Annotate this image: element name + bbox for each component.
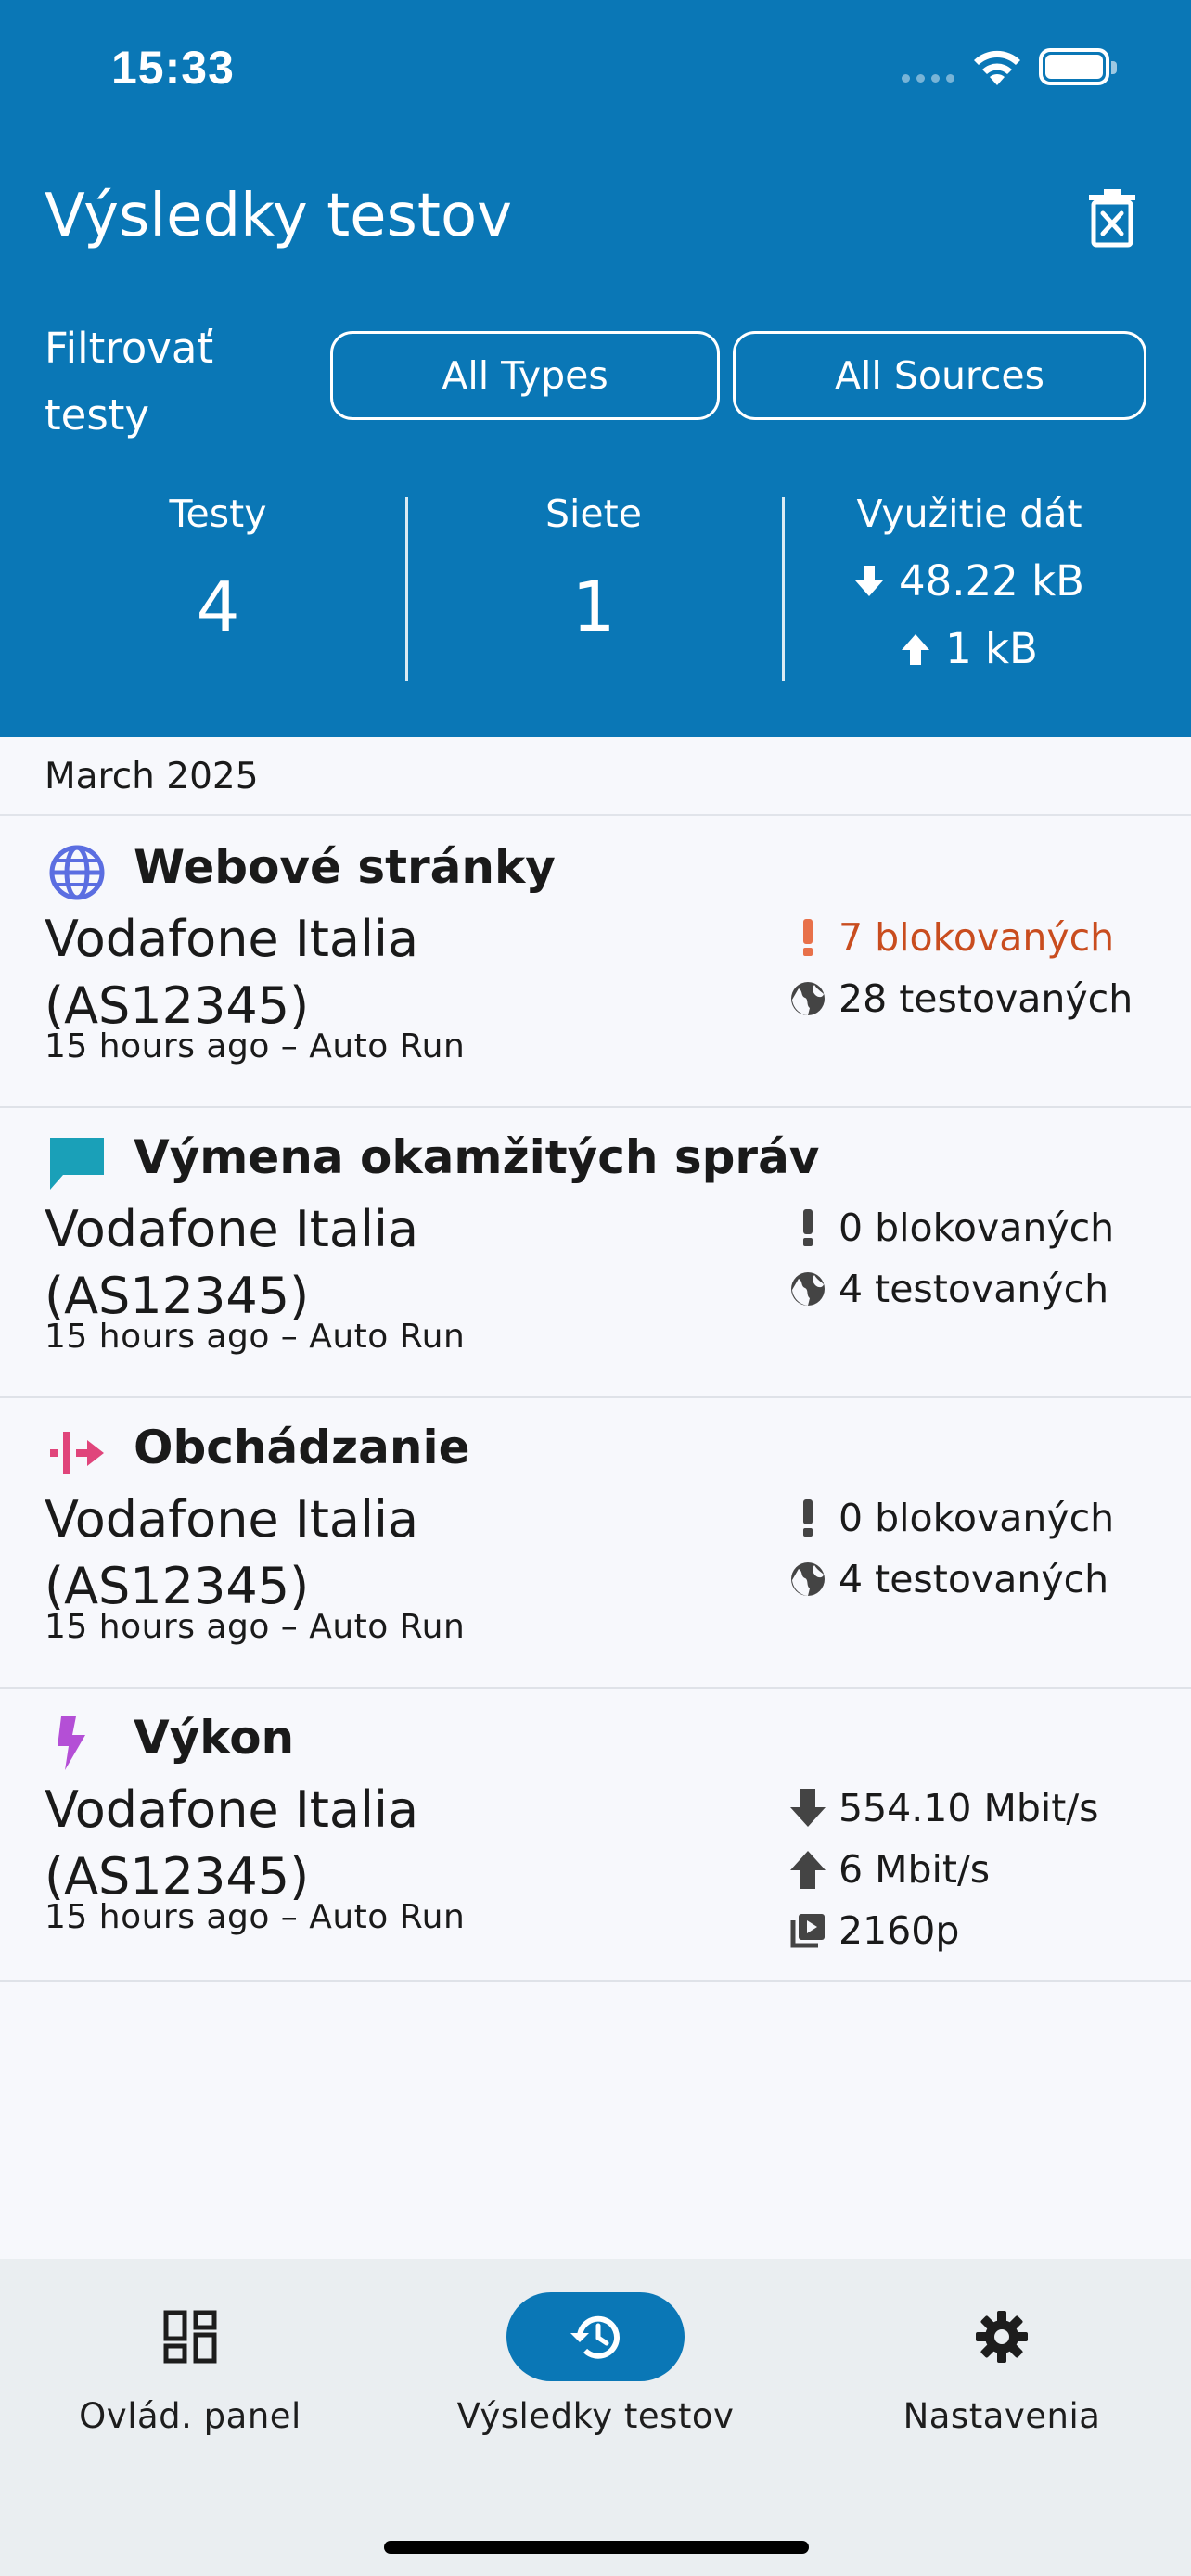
result-title: Webové stránky bbox=[134, 840, 556, 894]
result-network: Vodafone Italia (AS12345) bbox=[45, 1200, 419, 1325]
metric-upload: 6 Mbit/s bbox=[787, 1839, 1099, 1900]
header: 15:33 Výsledky testov Filtrovať testy Al… bbox=[0, 0, 1191, 737]
result-network: Vodafone Italia (AS12345) bbox=[45, 1780, 419, 1906]
home-indicator bbox=[384, 2541, 809, 2554]
result-network: Vodafone Italia (AS12345) bbox=[45, 910, 419, 1035]
stat-divider bbox=[405, 497, 408, 681]
result-meta: 15 hours ago – Auto Run bbox=[45, 1318, 466, 1356]
result-title: Obchádzanie bbox=[134, 1421, 470, 1474]
dashboard-icon bbox=[146, 2292, 235, 2381]
result-network: Vodafone Italia (AS12345) bbox=[45, 1490, 419, 1615]
result-meta: 15 hours ago – Auto Run bbox=[45, 1027, 466, 1065]
result-title: Výmena okamžitých správ bbox=[134, 1130, 820, 1184]
metric-blocked: 0 blokovaných bbox=[787, 1197, 1114, 1258]
result-card-circumvention[interactable]: Obchádzanie Vodafone Italia (AS12345) 15… bbox=[0, 1398, 1191, 1689]
metric-video-quality: 2160p bbox=[787, 1900, 1099, 1961]
world-icon bbox=[787, 1558, 829, 1600]
upload-arrow-icon bbox=[902, 633, 930, 665]
status-time: 15:33 bbox=[111, 42, 235, 94]
stat-tests: Testy 4 bbox=[74, 491, 362, 647]
stat-tests-label: Testy bbox=[169, 491, 267, 536]
stat-tests-value: 4 bbox=[196, 567, 240, 647]
stat-networks-value: 1 bbox=[571, 567, 616, 647]
upload-arrow-icon bbox=[787, 1848, 829, 1891]
result-metrics: 0 blokovaných 4 testovaných bbox=[787, 1487, 1114, 1610]
battery-icon bbox=[1039, 48, 1117, 85]
exclamation-icon bbox=[787, 916, 829, 959]
lightning-icon bbox=[58, 1716, 85, 1770]
stat-divider bbox=[782, 497, 785, 681]
exclamation-icon bbox=[787, 1206, 829, 1249]
video-icon bbox=[787, 1909, 829, 1952]
result-metrics: 554.10 Mbit/s 6 Mbit/s 2160p bbox=[787, 1778, 1099, 1961]
data-download-value: 48.22 kB bbox=[898, 556, 1085, 606]
tab-test-results[interactable]: Výsledky testov bbox=[436, 2292, 755, 2436]
month-section-header: March 2025 bbox=[0, 737, 1191, 816]
data-upload-value: 1 kB bbox=[945, 624, 1038, 673]
stat-data-label: Využitie dát bbox=[856, 491, 1082, 536]
tab-dashboard[interactable]: Ovlád. panel bbox=[51, 2292, 329, 2436]
delete-results-button[interactable] bbox=[1085, 189, 1139, 249]
metric-blocked: 7 blokovaných bbox=[787, 907, 1133, 968]
exclamation-icon bbox=[787, 1497, 829, 1539]
circumvention-icon bbox=[50, 1432, 104, 1474]
tab-dashboard-label: Ovlád. panel bbox=[79, 2396, 301, 2436]
tab-test-results-label: Výsledky testov bbox=[456, 2396, 735, 2436]
chat-icon bbox=[50, 1138, 104, 1190]
metric-download: 554.10 Mbit/s bbox=[787, 1778, 1099, 1839]
stat-networks: Siete 1 bbox=[450, 491, 737, 647]
download-arrow-icon bbox=[787, 1787, 829, 1830]
globe-icon bbox=[49, 845, 105, 900]
data-download-row: 48.22 kB bbox=[816, 556, 1122, 606]
filter-label: Filtrovať testy bbox=[45, 324, 214, 440]
download-arrow-icon bbox=[854, 565, 883, 596]
data-upload-row: 1 kB bbox=[816, 624, 1122, 673]
filter-sources-button[interactable]: All Sources bbox=[733, 331, 1146, 420]
world-icon bbox=[787, 977, 829, 1020]
bottom-tab-bar: Ovlád. panel Výsledky testov Nastavenia bbox=[0, 2259, 1191, 2576]
gear-icon bbox=[957, 2292, 1046, 2381]
stat-data-usage: Využitie dát 48.22 kB 1 kB bbox=[816, 491, 1122, 673]
metric-tested: 28 testovaných bbox=[787, 968, 1133, 1029]
cellular-signal-icon bbox=[902, 74, 954, 83]
world-icon bbox=[787, 1268, 829, 1310]
result-meta: 15 hours ago – Auto Run bbox=[45, 1608, 466, 1646]
tab-settings[interactable]: Nastavenia bbox=[863, 2292, 1141, 2436]
metric-tested: 4 testovaných bbox=[787, 1258, 1114, 1320]
result-card-instant-messaging[interactable]: Výmena okamžitých správ Vodafone Italia … bbox=[0, 1108, 1191, 1398]
wifi-icon bbox=[974, 50, 1020, 85]
result-metrics: 7 blokovaných 28 testovaných bbox=[787, 907, 1133, 1029]
metric-blocked: 0 blokovaných bbox=[787, 1487, 1114, 1549]
result-title: Výkon bbox=[134, 1711, 295, 1765]
result-card-websites[interactable]: Webové stránky Vodafone Italia (AS12345)… bbox=[0, 818, 1191, 1108]
result-meta: 15 hours ago – Auto Run bbox=[45, 1898, 466, 1936]
metric-tested: 4 testovaných bbox=[787, 1549, 1114, 1610]
filter-types-button[interactable]: All Types bbox=[330, 331, 720, 420]
result-card-performance[interactable]: Výkon Vodafone Italia (AS12345) 15 hours… bbox=[0, 1689, 1191, 1982]
result-metrics: 0 blokovaných 4 testovaných bbox=[787, 1197, 1114, 1320]
page-title: Výsledky testov bbox=[45, 182, 512, 250]
stat-networks-label: Siete bbox=[545, 491, 642, 536]
tab-settings-label: Nastavenia bbox=[903, 2396, 1101, 2436]
history-icon bbox=[506, 2292, 685, 2381]
